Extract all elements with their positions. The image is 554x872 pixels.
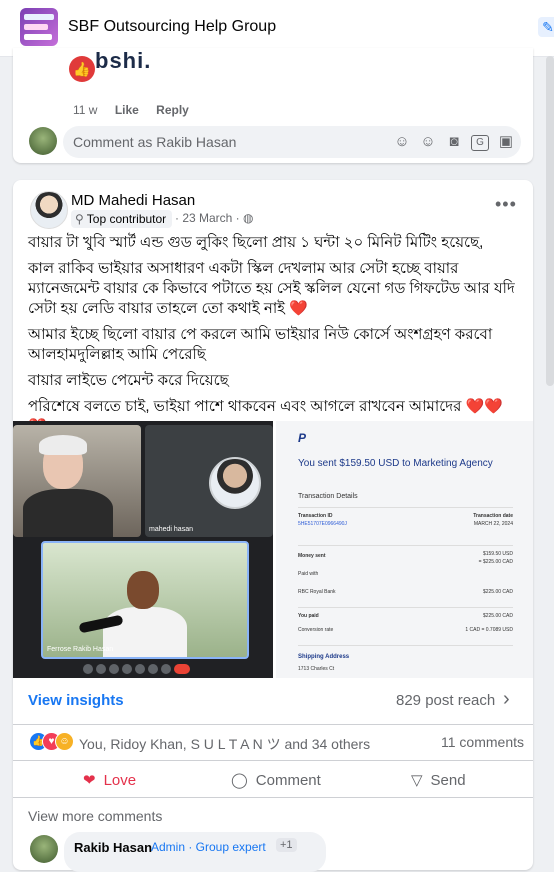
post-image-video-call[interactable]: mahedi hasan Ferrose Rakib Hasan bbox=[13, 421, 273, 678]
comment-bubble: Rakib Hasan Admin · Group expert +1 bbox=[64, 832, 326, 872]
paid-with-label: Paid with bbox=[298, 571, 319, 577]
you-paid-label: You paid bbox=[298, 613, 319, 619]
post-card: MD Mahedi Hasan ⚲ Top contributor · 23 Ma… bbox=[13, 180, 533, 872]
bank-value: $225.00 CAD bbox=[482, 589, 513, 595]
camera-icon bbox=[96, 664, 106, 674]
conversion-value: 1 CAD = 0.7089 USD bbox=[465, 627, 513, 633]
heart-icon: ❤ bbox=[83, 772, 96, 789]
money-sent-value: $159.50 USD bbox=[482, 551, 513, 557]
shipping-heading: Shipping Address bbox=[298, 654, 350, 660]
reply-link[interactable]: Reply bbox=[156, 103, 189, 117]
like-link[interactable]: Like bbox=[115, 103, 139, 117]
txn-date-value: MARCH 22, 2024 bbox=[473, 521, 513, 527]
badge-icon: ⚲ bbox=[75, 212, 84, 226]
partial-image-text: bshi. bbox=[95, 48, 152, 73]
reaction-icons[interactable]: 👍 ♥ ☺ bbox=[29, 732, 77, 751]
previous-post-card: 👍 bshi. 11 w Like Reply Comment as Rakib… bbox=[13, 48, 533, 163]
receipt-heading: Transaction Details bbox=[298, 493, 358, 500]
call-controls bbox=[83, 661, 205, 674]
comment-input[interactable]: Comment as Rakib Hasan ☺ ☺ ◙ G ▣ bbox=[63, 126, 521, 158]
sticker-icon[interactable]: ▣ bbox=[497, 133, 515, 151]
tile-label: mahedi hasan bbox=[149, 526, 193, 533]
more-options-icon[interactable]: ••• bbox=[495, 194, 517, 215]
conversion-label: Conversion rate bbox=[298, 627, 334, 633]
post-paragraph-text: কাল রাকিব ভাইয়ার অসাধারণ একটা স্কিল দেখ… bbox=[28, 260, 515, 317]
comment-button[interactable]: ◯ Comment bbox=[231, 771, 321, 789]
send-label: Send bbox=[430, 772, 466, 789]
insights-row[interactable]: View insights 829 post reach › bbox=[13, 678, 533, 725]
captions-icon bbox=[109, 664, 119, 674]
shipping-address: 1713 Charles Ct bbox=[298, 666, 335, 672]
video-tile-active: Ferrose Rakib Hasan bbox=[41, 541, 249, 659]
comment-time: 11 w bbox=[73, 103, 98, 117]
reaction-names[interactable]: You, Ridoy Khan, S U L T A N ツ and 34 ot… bbox=[79, 734, 370, 754]
group-thumbnail[interactable] bbox=[20, 8, 58, 46]
reactions-row: 👍 ♥ ☺ You, Ridoy Khan, S U L T A N ツ and… bbox=[13, 726, 533, 758]
txn-date-label: Transaction date bbox=[473, 513, 513, 519]
badge-count: +1 bbox=[276, 838, 297, 852]
tile-label: Ferrose Rakib Hasan bbox=[47, 646, 114, 653]
globe-icon: ◍ bbox=[243, 211, 254, 225]
post-date[interactable]: · 23 March · ◍ bbox=[175, 211, 254, 225]
paypal-logo-icon: P bbox=[298, 431, 307, 445]
heart-emoji: ❤️ bbox=[289, 300, 308, 317]
haha-reaction-icon: ☺ bbox=[55, 732, 74, 751]
video-tile: mahedi hasan bbox=[145, 425, 273, 537]
bank-label: RBC Royal Bank bbox=[298, 589, 336, 595]
badge-label: Top contributor bbox=[86, 212, 167, 226]
post-body: বায়ার টা খুবি স্মার্ট এন্ড গুড লুকিং ছি… bbox=[28, 233, 520, 443]
avatar bbox=[209, 457, 261, 509]
post-reach[interactable]: 829 post reach bbox=[396, 692, 495, 709]
receipt-title: You sent $159.50 USD to Marketing Agency bbox=[298, 458, 493, 469]
money-sent-label: Money sent bbox=[298, 553, 326, 559]
more-icon bbox=[161, 664, 171, 674]
thumbs-up-icon: 👍 bbox=[69, 56, 95, 82]
hand-icon bbox=[148, 664, 158, 674]
love-button[interactable]: ❤ Love bbox=[83, 771, 136, 789]
compose-icon[interactable]: ✎ bbox=[538, 17, 554, 37]
video-tile bbox=[13, 425, 141, 537]
post-paragraph: আমার ইচ্ছে ছিলো বায়ার পে করলে আমি ভাইয়… bbox=[28, 326, 493, 363]
money-sent-cad: = $225.00 CAD bbox=[478, 559, 513, 565]
comments-count[interactable]: 11 comments bbox=[441, 734, 524, 750]
scrollbar[interactable] bbox=[546, 56, 554, 386]
post-paragraph-text: পরিশেষে বলতে চাই, ভাইয়া পাশে থাকবেন এবং… bbox=[28, 398, 462, 415]
comment-label: Comment bbox=[255, 772, 321, 789]
love-label: Love bbox=[103, 772, 137, 789]
post-date-text: · 23 March · bbox=[175, 211, 240, 225]
post-paragraph: বায়ার লাইভে পেমেন্ট করে দিয়েছে bbox=[28, 372, 229, 389]
avatar[interactable] bbox=[29, 127, 57, 155]
txn-id-value: 5HE51707E0966490J bbox=[298, 521, 347, 527]
you-paid-value: $225.00 CAD bbox=[482, 613, 513, 619]
comment-placeholder: Comment as Rakib Hasan bbox=[73, 134, 237, 150]
post-image-receipt[interactable]: P You sent $159.50 USD to Marketing Agen… bbox=[276, 421, 533, 678]
top-contributor-badge[interactable]: ⚲ Top contributor bbox=[71, 210, 173, 228]
camera-icon[interactable]: ◙ bbox=[445, 133, 463, 151]
avatar[interactable] bbox=[30, 835, 58, 863]
view-insights-link[interactable]: View insights bbox=[28, 692, 124, 709]
commenter-role: Admin · Group expert bbox=[151, 840, 266, 854]
emoji-icon[interactable]: ☺ bbox=[419, 133, 437, 151]
group-title[interactable]: SBF Outsourcing Help Group bbox=[68, 18, 276, 36]
author-name[interactable]: MD Mahedi Hasan bbox=[71, 192, 195, 209]
txn-id-label: Transaction ID bbox=[298, 513, 333, 519]
present-icon bbox=[135, 664, 145, 674]
post-paragraph: কাল রাকিব ভাইয়ার অসাধারণ একটা স্কিল দেখ… bbox=[28, 259, 520, 319]
comment-meta: 11 w Like Reply bbox=[73, 103, 203, 117]
send-icon: ▽ bbox=[411, 772, 423, 789]
end-call-icon bbox=[174, 664, 190, 674]
mic-icon bbox=[83, 664, 93, 674]
comment-icon: ◯ bbox=[231, 772, 248, 789]
view-more-comments-link[interactable]: View more comments bbox=[28, 808, 162, 824]
post-actions: ❤ Love ◯ Comment ▽ Send bbox=[13, 760, 533, 798]
avatar[interactable] bbox=[30, 191, 68, 229]
gif-icon[interactable]: G bbox=[471, 135, 489, 151]
avatar-sticker-icon[interactable]: ☺ bbox=[393, 133, 411, 151]
chevron-right-icon[interactable]: › bbox=[503, 688, 510, 711]
send-button[interactable]: ▽ Send bbox=[411, 771, 466, 789]
emoji-icon bbox=[122, 664, 132, 674]
post-paragraph: বায়ার টা খুবি স্মার্ট এন্ড গুড লুকিং ছি… bbox=[28, 234, 484, 251]
